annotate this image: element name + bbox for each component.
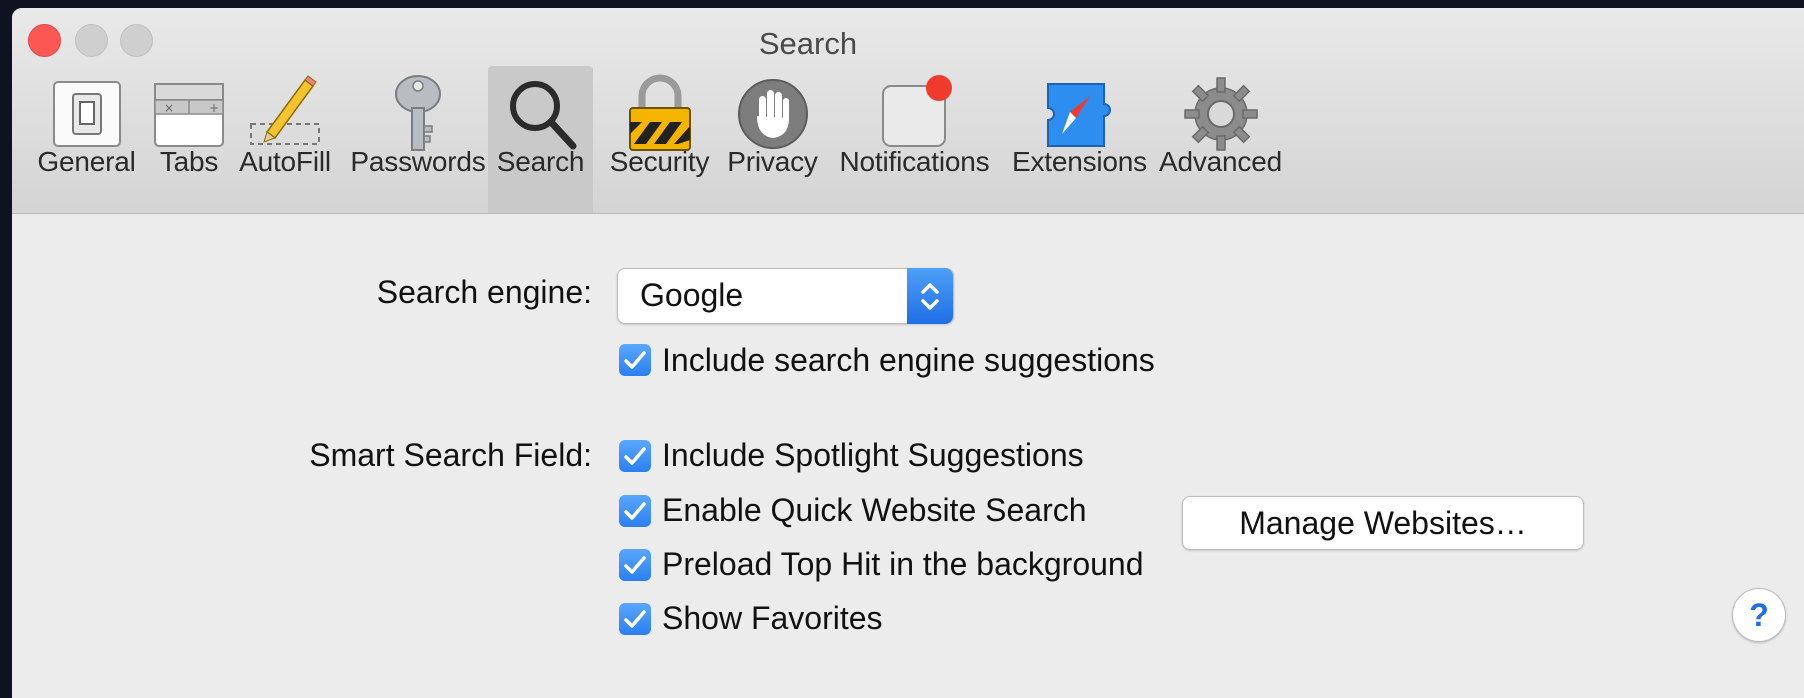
include-suggestions-checkbox[interactable] xyxy=(619,344,651,376)
search-engine-select[interactable]: Google xyxy=(617,268,954,324)
search-engine-value: Google xyxy=(640,277,744,313)
tab-autofill[interactable]: AutoFill xyxy=(230,66,340,213)
quick-website-search-label: Enable Quick Website Search xyxy=(662,492,1087,528)
tab-privacy[interactable]: Privacy xyxy=(720,66,825,213)
quick-website-search-checkbox[interactable] xyxy=(619,495,651,527)
tab-security-label: Security xyxy=(609,146,710,177)
tab-tabs-label: Tabs xyxy=(159,146,219,177)
tabs-icon: × + xyxy=(154,83,224,147)
key-icon xyxy=(395,75,441,151)
tab-tabs[interactable]: × + Tabs xyxy=(149,66,229,213)
tab-passwords[interactable]: Passwords xyxy=(342,66,494,213)
checkmark-icon xyxy=(624,502,646,520)
spotlight-suggestions-checkbox[interactable] xyxy=(619,440,651,472)
show-favorites-label: Show Favorites xyxy=(662,600,883,636)
spotlight-suggestions-label: Include Spotlight Suggestions xyxy=(662,437,1084,473)
tab-general[interactable]: General xyxy=(24,66,149,213)
tab-extensions-label: Extensions xyxy=(1012,146,1147,177)
search-engine-label: Search engine: xyxy=(376,274,592,310)
puzzle-compass-icon xyxy=(1046,83,1111,147)
select-stepper-icon xyxy=(907,268,953,324)
show-favorites-checkbox[interactable] xyxy=(619,603,651,635)
tab-autofill-label: AutoFill xyxy=(239,146,331,177)
hand-icon xyxy=(737,79,808,149)
tab-privacy-label: Privacy xyxy=(727,146,818,177)
tab-notifications[interactable]: Notifications xyxy=(827,66,1002,213)
tab-search[interactable]: Search xyxy=(488,66,593,213)
manage-websites-button[interactable]: Manage Websites… xyxy=(1182,496,1584,550)
window-title: Search xyxy=(758,26,858,61)
tab-passwords-label: Passwords xyxy=(350,146,486,177)
tab-advanced[interactable]: Advanced xyxy=(1158,66,1283,213)
general-switch-icon xyxy=(52,81,121,147)
checkmark-icon xyxy=(624,610,646,628)
help-button[interactable]: ? xyxy=(1732,588,1786,642)
checkmark-icon xyxy=(624,351,646,369)
smart-search-field-label: Smart Search Field: xyxy=(309,437,592,473)
preload-top-hit-label: Preload Top Hit in the background xyxy=(662,546,1144,582)
preferences-window: Search General × + Tabs AutoFill Passwor… xyxy=(12,8,1804,698)
svg-text:×: × xyxy=(164,101,174,115)
tab-security[interactable]: Security xyxy=(602,66,717,213)
pencil-autofill-icon xyxy=(250,75,320,145)
tab-advanced-label: Advanced xyxy=(1159,146,1282,177)
notification-badge-icon xyxy=(881,75,952,147)
tab-notifications-label: Notifications xyxy=(839,146,990,177)
gear-icon xyxy=(1183,77,1258,151)
toolbar: Search General × + Tabs AutoFill Passwor… xyxy=(12,8,1804,214)
padlock-icon xyxy=(628,74,691,151)
include-suggestions-label: Include search engine suggestions xyxy=(662,342,1155,378)
tab-search-label: Search xyxy=(496,146,585,177)
tab-general-label: General xyxy=(37,146,136,177)
magnifier-icon xyxy=(509,81,576,150)
svg-text:+: + xyxy=(209,101,219,115)
tab-extensions[interactable]: Extensions xyxy=(1002,66,1157,213)
preload-top-hit-checkbox[interactable] xyxy=(619,549,651,581)
checkmark-icon xyxy=(624,447,646,465)
checkmark-icon xyxy=(624,556,646,574)
